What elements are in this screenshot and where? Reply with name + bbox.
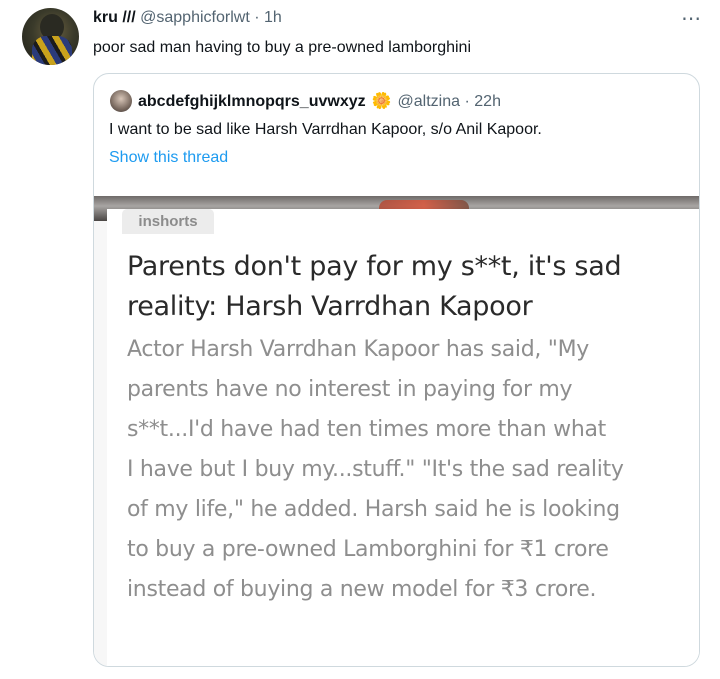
more-options-icon[interactable]: ⋯ xyxy=(681,6,702,31)
quoted-author-handle[interactable]: @altzina xyxy=(398,93,461,110)
author-handle[interactable]: @sapphicforlwt xyxy=(140,9,250,26)
news-card: inshorts Parents don't pay for my s**t, … xyxy=(107,209,699,666)
news-headline: Parents don't pay for my s**t, it's sad … xyxy=(127,247,687,327)
body-line: s**t...I'd have had ten times more than … xyxy=(127,417,606,442)
tweet[interactable]: kru /// @sapphicforlwt · 1h ⋯ poor sad m… xyxy=(0,0,720,679)
body-line: I have but I buy my...stuff." "It's the … xyxy=(127,457,624,482)
news-body: Actor Harsh Varrdhan Kapoor has said, "M… xyxy=(127,330,687,610)
quoted-tweet-time[interactable]: 22h xyxy=(474,93,501,110)
body-line: parents have no interest in paying for m… xyxy=(127,377,573,402)
tweet-header: kru /// @sapphicforlwt · 1h xyxy=(93,9,282,27)
avatar[interactable] xyxy=(22,8,79,65)
body-line: instead of buying a new model for ₹3 cro… xyxy=(127,577,597,602)
quoted-author-name[interactable]: abcdefghijklmnopqrs_uvwxyz xyxy=(138,93,366,110)
tweet-time[interactable]: 1h xyxy=(264,9,282,26)
quoted-tweet-header: abcdefghijklmnopqrs_uvwxyz 🌼 @altzina · 22… xyxy=(138,91,501,111)
quoted-tweet[interactable]: abcdefghijklmnopqrs_uvwxyz 🌼 @altzina · 22… xyxy=(93,73,700,667)
headline-line: Parents don't pay for my s**t, it's sad xyxy=(127,251,622,282)
flower-emoji-icon: 🌼 xyxy=(371,93,392,110)
source-badge: inshorts xyxy=(122,209,214,234)
show-thread-link[interactable]: Show this thread xyxy=(109,149,228,167)
avatar-body xyxy=(32,36,72,65)
headline-line: reality: Harsh Varrdhan Kapoor xyxy=(127,291,533,322)
author-name[interactable]: kru /// xyxy=(93,9,136,26)
body-line: to buy a pre-owned Lamborghini for ₹1 cr… xyxy=(127,537,609,562)
body-line: of my life," he added. Harsh said he is … xyxy=(127,497,620,522)
quoted-time-separator: · xyxy=(464,93,470,110)
quoted-tweet-text: I want to be sad like Harsh Varrdhan Kap… xyxy=(109,121,542,138)
tweet-text: poor sad man having to buy a pre-owned l… xyxy=(93,39,472,56)
quoted-avatar[interactable] xyxy=(110,90,132,112)
news-screenshot-image[interactable]: inshorts Parents don't pay for my s**t, … xyxy=(94,196,699,666)
time-separator: · xyxy=(254,9,260,26)
body-line: Actor Harsh Varrdhan Kapoor has said, "M… xyxy=(127,337,589,362)
